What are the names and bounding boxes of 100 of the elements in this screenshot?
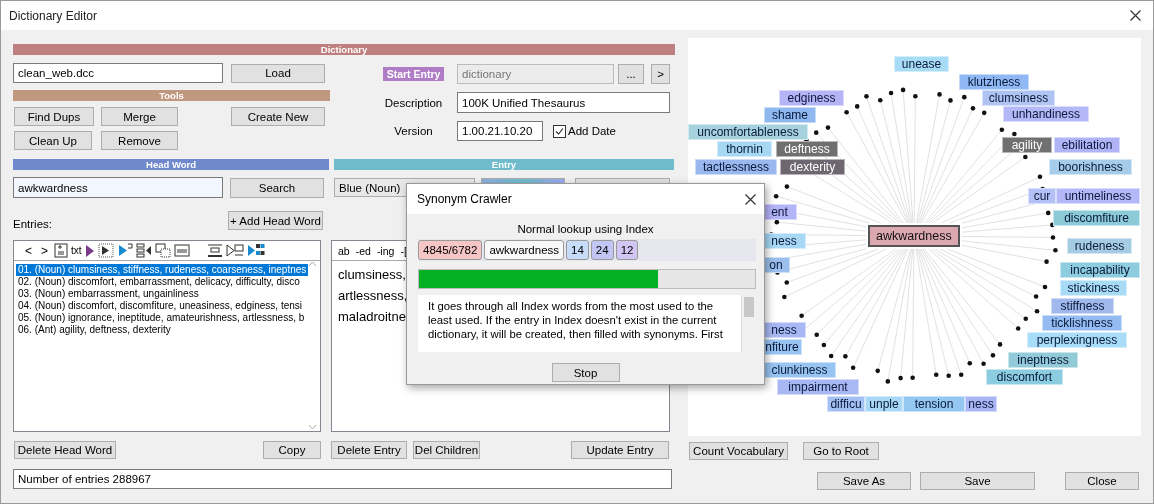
step-icon[interactable] bbox=[97, 243, 114, 258]
status-field: Number of entries 288967 bbox=[13, 469, 672, 489]
delete-entry-button[interactable]: Delete Entry bbox=[331, 441, 407, 459]
entry-row[interactable]: 01. (Noun) clumsiness, stiffness, rudeness, coarseness, ineptnes bbox=[16, 264, 309, 276]
description-field[interactable]: 100K Unified Thesaurus bbox=[457, 92, 670, 113]
browse-button[interactable]: ... bbox=[618, 64, 644, 84]
add-head-word-button[interactable]: + Add Head Word bbox=[228, 211, 323, 230]
word-tag: boorishness bbox=[1049, 159, 1132, 175]
word-tag: ness bbox=[965, 396, 997, 412]
stop-button[interactable]: Stop bbox=[551, 363, 620, 382]
entry-row[interactable]: 05. (Noun) ignorance, ineptitude, amateurishness, artlessness, b bbox=[16, 312, 307, 324]
mode-label: Normal lookup using Index bbox=[517, 223, 654, 235]
find-dups-button[interactable]: Find Dups bbox=[14, 107, 94, 126]
entry-row[interactable]: 03. (Noun) embarrassment, ungainliness bbox=[16, 288, 201, 300]
create-new-button[interactable]: Create New bbox=[231, 107, 325, 126]
clean-up-button[interactable]: Clean Up bbox=[14, 131, 92, 150]
word-tag: incapability bbox=[1060, 262, 1140, 278]
section-header: Tools bbox=[13, 90, 330, 101]
word-tag: stiffness bbox=[1051, 298, 1114, 314]
grid-icon[interactable] bbox=[246, 243, 265, 258]
section-header: Head Word bbox=[13, 159, 329, 170]
go-to-root-button[interactable]: Go to Root bbox=[803, 442, 879, 460]
columns-icon[interactable] bbox=[135, 243, 152, 258]
word-tag: ineptness bbox=[1008, 352, 1078, 368]
start-entry-field[interactable]: dictionary bbox=[457, 64, 614, 84]
count-badge: 4845/6782 bbox=[418, 240, 483, 260]
word-tag: stickiness bbox=[1060, 280, 1127, 296]
save-button[interactable]: Save bbox=[920, 472, 1035, 490]
word-tag: ness bbox=[762, 233, 806, 249]
window-icon[interactable] bbox=[173, 243, 190, 258]
word-tag: difficu bbox=[827, 396, 865, 412]
entry-row[interactable]: 04. (Noun) discomfort, discomfiture, uneasiness, edginess, tensi bbox=[16, 300, 305, 312]
word-tag: cur bbox=[1028, 188, 1056, 204]
word-tag: nfiture bbox=[762, 339, 802, 355]
word-tag: ebilitation bbox=[1054, 137, 1120, 153]
word-tag: rudeness bbox=[1067, 238, 1132, 254]
head-word-field[interactable]: awkwardness bbox=[13, 177, 223, 198]
count-badge: 24 bbox=[590, 240, 614, 260]
word-tag: ness bbox=[762, 322, 806, 338]
scrollbar-thumb[interactable] bbox=[744, 297, 754, 317]
description-label: Description bbox=[384, 96, 443, 109]
update-entry-button[interactable]: Update Entry bbox=[571, 441, 669, 459]
remove-button[interactable]: Remove bbox=[101, 131, 178, 150]
entry-line: artlessness, bbox=[338, 287, 408, 305]
word-tag: thornin bbox=[717, 141, 772, 157]
insert-icon[interactable] bbox=[206, 243, 223, 258]
file-field[interactable]: clean_web.dcc bbox=[13, 63, 223, 83]
entry-row[interactable]: 02. (Noun) discomfort, embarrassment, delicacy, difficulty, disco bbox=[16, 276, 302, 288]
word-tag: ticklishness bbox=[1042, 315, 1122, 331]
word-tag: unease bbox=[894, 56, 949, 72]
version-field[interactable]: 1.00.21.10.20 bbox=[457, 121, 543, 141]
toolbar-button[interactable]: > bbox=[38, 243, 52, 258]
word-tag: unple bbox=[865, 396, 903, 412]
merge-button[interactable]: Merge bbox=[101, 107, 178, 126]
entries-list[interactable] bbox=[13, 240, 321, 432]
word-tag: tension bbox=[903, 396, 965, 412]
scroll-up-icon[interactable] bbox=[307, 261, 317, 267]
entry-line: clumsiness, bbox=[338, 266, 406, 284]
save-as-button[interactable]: Save As bbox=[817, 472, 911, 490]
version-label: Version bbox=[394, 125, 433, 137]
close-button[interactable]: Close bbox=[1065, 472, 1139, 490]
word-tag: dexterity bbox=[780, 159, 845, 175]
load-button[interactable]: Load bbox=[231, 63, 325, 83]
toolbar-button[interactable]: < bbox=[22, 243, 35, 258]
toolbar-button[interactable]: -ing bbox=[376, 244, 395, 257]
del-children-button[interactable]: Del Children bbox=[413, 441, 480, 459]
word-tag: uncomfortableness bbox=[688, 124, 808, 140]
entry-row[interactable]: 06. (Ant) agility, deftness, dexterity bbox=[16, 324, 173, 336]
txt-button[interactable]: txt bbox=[71, 246, 82, 255]
word-tag: deftness bbox=[776, 141, 838, 157]
word-tag: shame bbox=[764, 107, 816, 123]
entry-line: maladroitne bbox=[338, 308, 406, 326]
word-tag: discomfort bbox=[986, 369, 1063, 385]
page-icon[interactable] bbox=[54, 243, 69, 258]
word-tag: clumsiness bbox=[982, 90, 1055, 106]
section-header: Entry bbox=[334, 159, 674, 170]
close-icon[interactable] bbox=[745, 193, 756, 205]
word-tag: discomfiture bbox=[1053, 210, 1140, 226]
triangle-icon[interactable] bbox=[116, 243, 133, 258]
triangle-box-icon[interactable] bbox=[225, 243, 244, 258]
count-vocabulary-button[interactable]: Count Vocabulary bbox=[689, 442, 788, 460]
search-button[interactable]: Search bbox=[230, 177, 324, 198]
count-badge: 12 bbox=[615, 240, 639, 260]
word-tag: edginess bbox=[779, 90, 844, 106]
checkbox[interactable] bbox=[553, 124, 566, 138]
next-button[interactable]: > bbox=[651, 64, 670, 84]
word-tag: perplexingness bbox=[1027, 332, 1127, 348]
word-tag: agility bbox=[1002, 137, 1052, 153]
play-icon[interactable] bbox=[84, 243, 95, 258]
add-date-label: Add Date bbox=[568, 125, 616, 137]
center-word-tag: awkwardness bbox=[868, 225, 960, 247]
delete-head-word-button[interactable]: Delete Head Word bbox=[14, 441, 116, 459]
count-badge: awkwardness bbox=[484, 240, 565, 260]
toolbar-button[interactable]: ab bbox=[338, 244, 350, 257]
copy-button[interactable]: Copy bbox=[263, 441, 321, 459]
section-header: Dictionary bbox=[13, 44, 675, 55]
toolbar-button[interactable]: -ed bbox=[355, 244, 371, 257]
description-text: It goes through all Index words from the most used to the least used. If the entry in Index doesn't exist in the current dictionary, it will be created, then filled with synonyms. First bbox=[428, 300, 723, 340]
close-icon[interactable] bbox=[1130, 10, 1141, 21]
word-tag: unhandiness bbox=[1003, 106, 1089, 122]
